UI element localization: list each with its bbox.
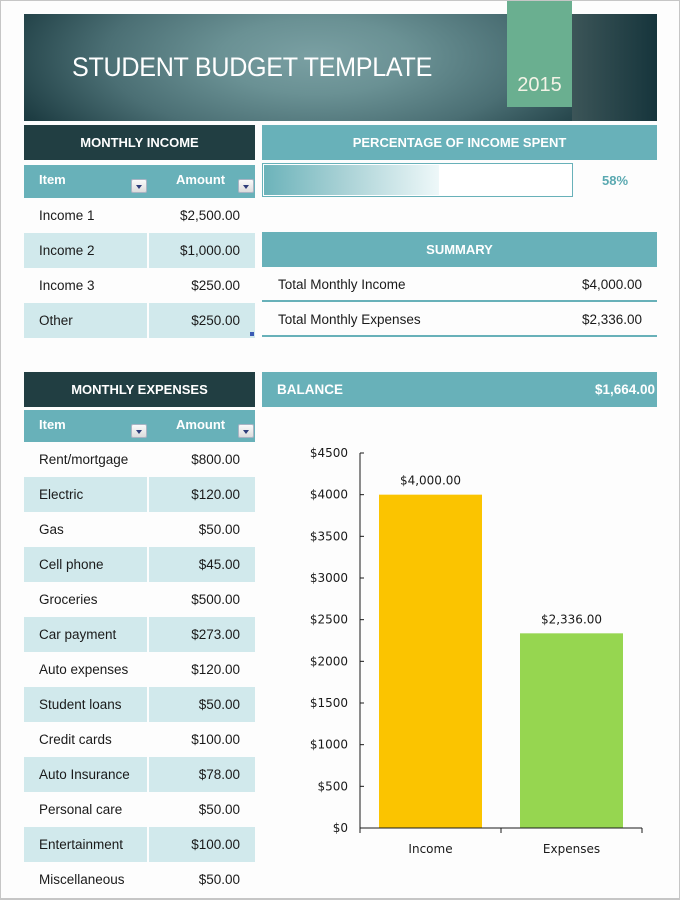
data-label-expenses: $2,336.00 <box>541 612 602 626</box>
x-tick-label-income: Income <box>408 842 452 856</box>
y-tick-label: $4500 <box>310 446 348 460</box>
y-tick-label: $3500 <box>310 529 348 543</box>
data-label-income: $4,000.00 <box>400 474 461 488</box>
y-tick-label: $500 <box>317 779 348 793</box>
y-tick-label: $4000 <box>310 488 348 502</box>
y-tick-label: $1500 <box>310 696 348 710</box>
x-tick-label-expenses: Expenses <box>543 842 600 856</box>
y-tick-label: $2000 <box>310 654 348 668</box>
y-tick-label: $1000 <box>310 738 348 752</box>
y-tick-label: $2500 <box>310 613 348 627</box>
bar-income <box>379 494 482 828</box>
bar-expenses <box>520 633 623 828</box>
y-tick-label: $0 <box>333 821 348 835</box>
y-tick-label: $3000 <box>310 571 348 585</box>
income-vs-expenses-chart: $4,000.00 Income $2,336.00 Expenses $0 $500 $1… <box>310 446 643 856</box>
